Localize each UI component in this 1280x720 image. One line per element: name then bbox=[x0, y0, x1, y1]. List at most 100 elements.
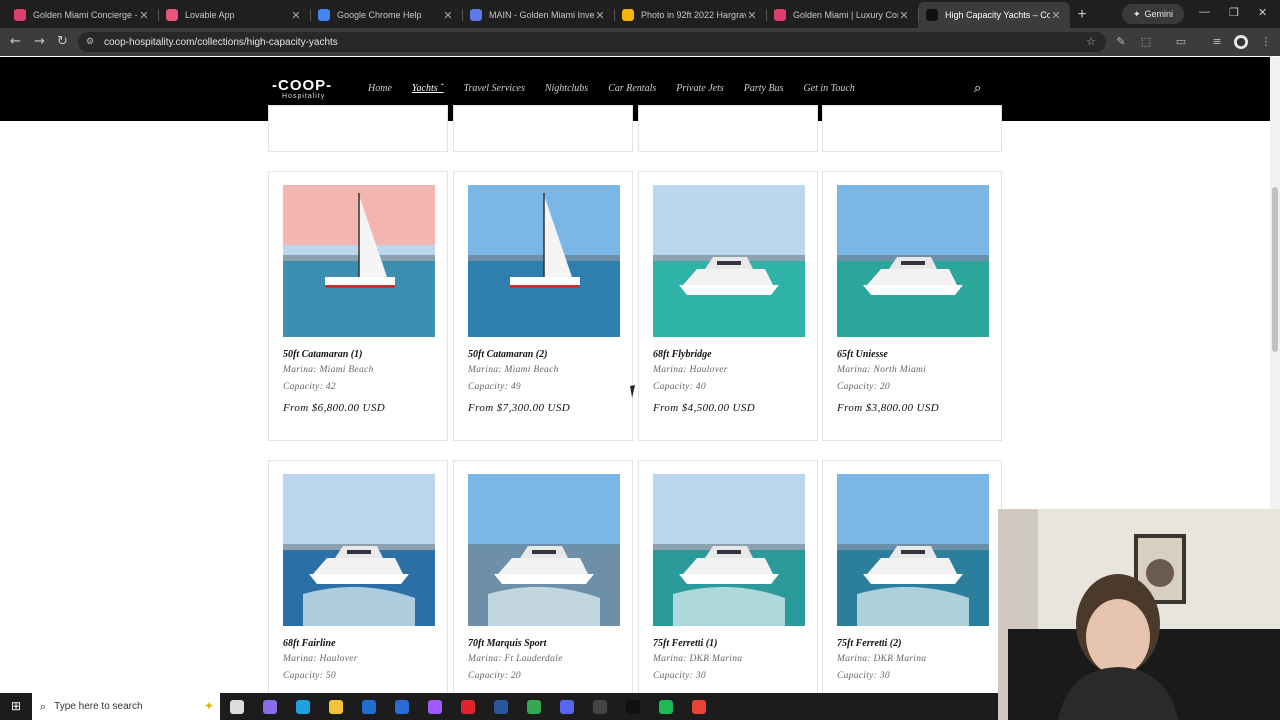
scrollbar-thumb[interactable] bbox=[1272, 187, 1278, 352]
product-card[interactable]: 70ft Marquis Sport Marina: Ft Lauderdale C… bbox=[453, 460, 633, 693]
product-name[interactable]: 50ft Catamaran (2) bbox=[468, 349, 547, 360]
reload-icon[interactable]: ↻ bbox=[57, 34, 68, 49]
yacht-photo[interactable] bbox=[283, 185, 435, 337]
menu-kebab-icon[interactable]: ⋮ bbox=[1259, 35, 1273, 49]
tab-close-icon[interactable]: ✕ bbox=[138, 9, 150, 22]
nav-link-home[interactable]: Home bbox=[368, 83, 392, 94]
tab-title: Golden Miami | Luxury Conci bbox=[793, 10, 898, 20]
tab-close-icon[interactable]: ✕ bbox=[442, 9, 454, 22]
file-explorer-icon[interactable] bbox=[319, 693, 352, 720]
product-card[interactable]: 68ft Fairline Marina: Haulover Capacity: 5… bbox=[268, 460, 448, 693]
nav-link-get-in-touch[interactable]: Get in Touch bbox=[803, 83, 854, 94]
product-card[interactable]: 75ft Ferretti (1) Marina: DKR Marina Capac… bbox=[638, 460, 818, 693]
taskbar-search-placeholder: Type here to search bbox=[54, 701, 143, 712]
browser-tab[interactable]: Lovable App ✕ bbox=[158, 2, 310, 28]
obs-icon[interactable] bbox=[583, 693, 616, 720]
copilot-icon[interactable] bbox=[253, 693, 286, 720]
opera-icon[interactable] bbox=[451, 693, 484, 720]
product-name[interactable]: 68ft Fairline bbox=[283, 638, 336, 649]
nav-link-party-bus[interactable]: Party Bus bbox=[744, 83, 784, 94]
figma-icon[interactable] bbox=[418, 693, 451, 720]
product-name[interactable]: 75ft Ferretti (1) bbox=[653, 638, 717, 649]
product-name[interactable]: 65ft Uniesse bbox=[837, 349, 888, 360]
close-window-icon[interactable]: ✕ bbox=[1258, 6, 1267, 19]
product-capacity: Capacity: 30 bbox=[653, 671, 706, 681]
product-card[interactable]: 68ft Flybridge Marina: Haulover Capacity: … bbox=[638, 171, 818, 441]
bookmark-star-icon[interactable]: ☆ bbox=[1086, 35, 1096, 48]
product-capacity: Capacity: 42 bbox=[283, 382, 336, 392]
spotify-icon[interactable] bbox=[649, 693, 682, 720]
outlook-glyph bbox=[361, 699, 376, 714]
browser-tab-strip: Golden Miami Concierge - Lo✕Lovable App✕… bbox=[0, 0, 1280, 28]
gemini-label: Gemini bbox=[1144, 9, 1174, 19]
restore-icon[interactable]: ❐ bbox=[1229, 6, 1239, 19]
browser-tab[interactable]: Google Chrome Help ✕ bbox=[310, 2, 462, 28]
minimize-icon[interactable]: — bbox=[1199, 6, 1210, 18]
nav-link-travel-services[interactable]: Travel Services bbox=[463, 83, 524, 94]
product-card[interactable]: 50ft Catamaran (2) Marina: Miami Beach Cap… bbox=[453, 171, 633, 441]
browser-tab[interactable]: High Capacity Yachts – Coop✕ bbox=[918, 2, 1070, 28]
browser-tab[interactable]: Photo in 92ft 2022 Hargrave ✕ bbox=[614, 2, 766, 28]
address-bar[interactable]: ⚙ coop-hospitality.com/collections/high-… bbox=[78, 32, 1106, 52]
product-name[interactable]: 70ft Marquis Sport bbox=[468, 638, 546, 649]
new-tab-button[interactable]: + bbox=[1070, 2, 1094, 28]
product-card[interactable]: 75ft Ferretti (2) Marina: DKR Marina Capac… bbox=[822, 460, 1002, 693]
product-card-partial[interactable] bbox=[822, 105, 1002, 152]
chrome-active-icon[interactable] bbox=[682, 693, 715, 720]
media-icon[interactable]: ≡ bbox=[1210, 35, 1224, 49]
obs-glyph bbox=[592, 699, 607, 714]
chrome-icon[interactable] bbox=[517, 693, 550, 720]
tab-close-icon[interactable]: ✕ bbox=[898, 9, 910, 22]
logo-subtitle: Hospitality bbox=[282, 93, 326, 100]
tab-close-icon[interactable]: ✕ bbox=[594, 9, 606, 22]
site-logo[interactable]: -COOP- Hospitality bbox=[272, 78, 332, 100]
tab-close-icon[interactable]: ✕ bbox=[746, 9, 758, 22]
pen-icon[interactable]: ✎ bbox=[1114, 35, 1128, 49]
sidepanel-icon[interactable]: ▭ bbox=[1174, 35, 1188, 49]
calendar-icon[interactable] bbox=[385, 693, 418, 720]
capcut-icon[interactable] bbox=[616, 693, 649, 720]
browser-tab[interactable]: Golden Miami | Luxury Conci ✕ bbox=[766, 2, 918, 28]
gemini-button[interactable]: ✦ Gemini bbox=[1122, 4, 1184, 24]
yacht-photo[interactable] bbox=[837, 474, 989, 626]
nav-link-nightclubs[interactable]: Nightclubs bbox=[545, 83, 588, 94]
site-info-icon[interactable]: ⚙ bbox=[86, 36, 98, 48]
back-icon[interactable]: ← bbox=[10, 34, 21, 49]
nav-link-yachts[interactable]: Yachts ˇ bbox=[412, 83, 444, 94]
yacht-photo[interactable] bbox=[468, 185, 620, 337]
browser-tab[interactable]: MAIN - Golden Miami Invent ✕ bbox=[462, 2, 614, 28]
task-view-icon[interactable] bbox=[220, 693, 253, 720]
taskbar-search[interactable]: ⌕ Type here to search ✦ bbox=[32, 693, 220, 720]
yacht-photo[interactable] bbox=[653, 474, 805, 626]
profile-avatar-icon[interactable]: ● bbox=[1234, 35, 1248, 49]
outlook-icon[interactable] bbox=[352, 693, 385, 720]
tab-favicon-icon bbox=[622, 9, 634, 21]
product-card[interactable]: 50ft Catamaran (1) Marina: Miami Beach Cap… bbox=[268, 171, 448, 441]
product-capacity: Capacity: 49 bbox=[468, 382, 521, 392]
browser-tab[interactable]: Golden Miami Concierge - Lo✕ bbox=[6, 2, 158, 28]
extensions-icon[interactable]: ⬚ bbox=[1139, 35, 1153, 49]
word-icon[interactable] bbox=[484, 693, 517, 720]
edge-icon[interactable] bbox=[286, 693, 319, 720]
product-card-partial[interactable] bbox=[638, 105, 818, 152]
yacht-photo[interactable] bbox=[283, 474, 435, 626]
product-name[interactable]: 75ft Ferretti (2) bbox=[837, 638, 901, 649]
url-text[interactable]: coop-hospitality.com/collections/high-ca… bbox=[104, 37, 338, 48]
windows-start-icon[interactable]: ⊞ bbox=[0, 693, 32, 720]
yacht-photo[interactable] bbox=[837, 185, 989, 337]
yacht-photo[interactable] bbox=[468, 474, 620, 626]
product-card-partial[interactable] bbox=[268, 105, 448, 152]
product-name[interactable]: 68ft Flybridge bbox=[653, 349, 712, 360]
tab-close-icon[interactable]: ✕ bbox=[290, 9, 302, 22]
forward-icon[interactable]: → bbox=[34, 34, 45, 49]
product-card[interactable]: 65ft Uniesse Marina: North Miami Capacity:… bbox=[822, 171, 1002, 441]
product-card-partial[interactable] bbox=[453, 105, 633, 152]
discord-icon[interactable] bbox=[550, 693, 583, 720]
product-name[interactable]: 50ft Catamaran (1) bbox=[283, 349, 362, 360]
search-icon[interactable]: ⌕ bbox=[974, 81, 981, 96]
tab-close-icon[interactable]: ✕ bbox=[1050, 9, 1062, 22]
yacht-photo[interactable] bbox=[653, 185, 805, 337]
product-marina: Marina: North Miami bbox=[837, 365, 927, 375]
nav-link-private-jets[interactable]: Private Jets bbox=[676, 83, 723, 94]
nav-link-car-rentals[interactable]: Car Rentals bbox=[608, 83, 656, 94]
